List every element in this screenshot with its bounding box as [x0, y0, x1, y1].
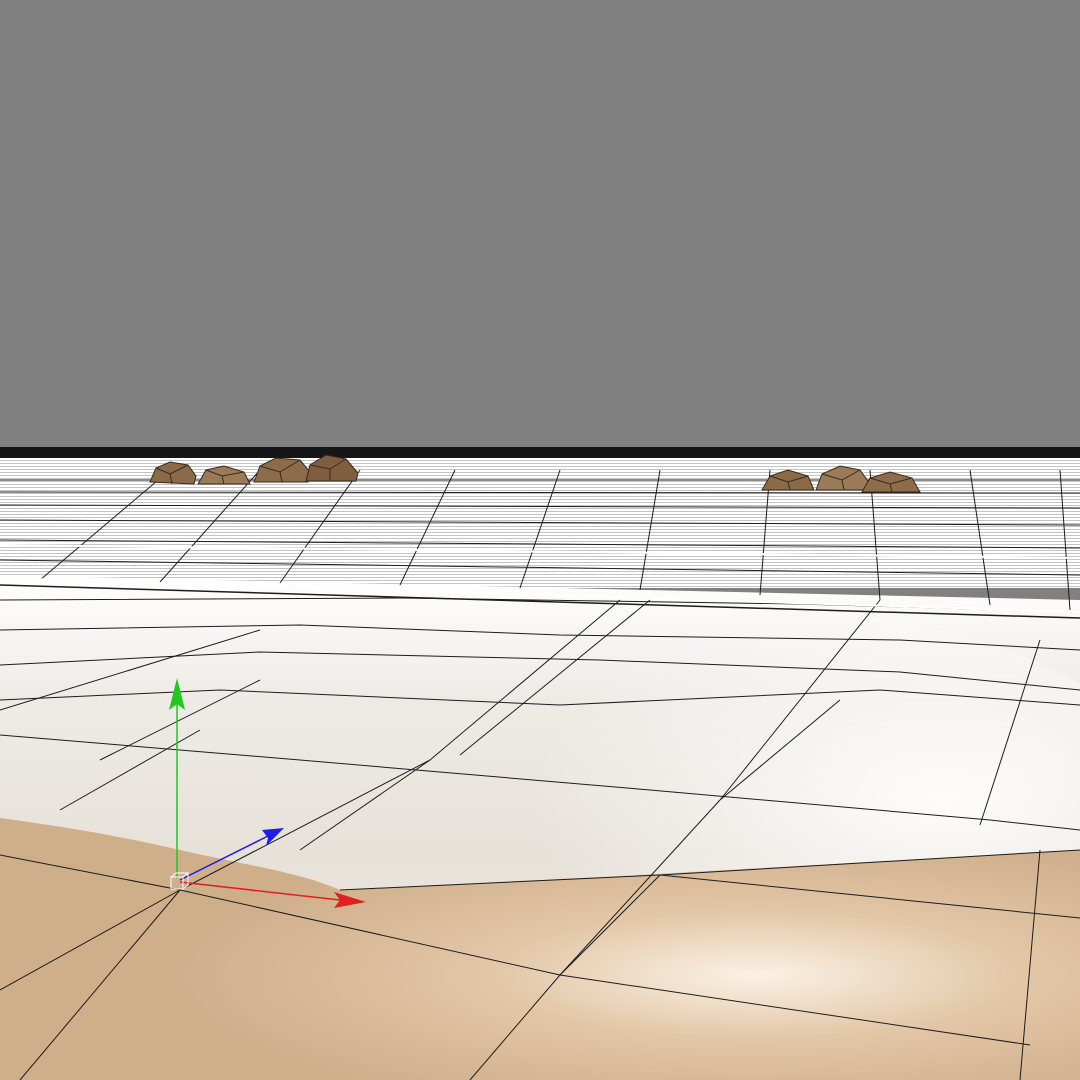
3d-viewport[interactable] — [0, 0, 1080, 1080]
sky-background — [0, 0, 1080, 450]
scene-canvas[interactable] — [0, 0, 1080, 1080]
